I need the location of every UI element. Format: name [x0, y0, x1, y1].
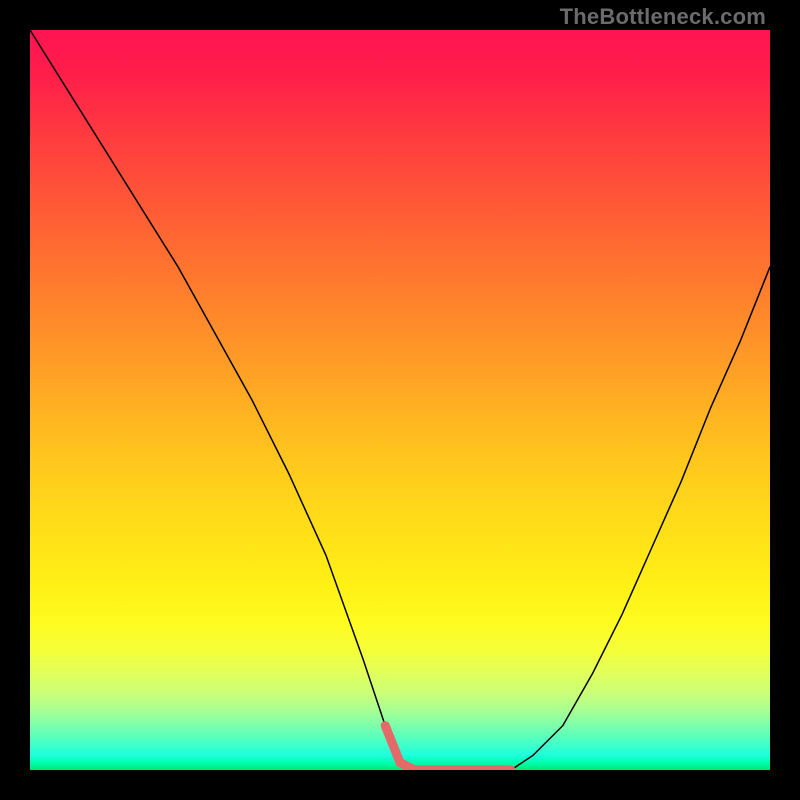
chart-frame: TheBottleneck.com [0, 0, 800, 800]
plot-area [30, 30, 770, 770]
curve-right-branch [511, 267, 770, 770]
watermark-text: TheBottleneck.com [560, 4, 766, 30]
chart-svg [30, 30, 770, 770]
curve-bottom-highlight [385, 726, 511, 770]
curve-left-branch [30, 30, 415, 770]
